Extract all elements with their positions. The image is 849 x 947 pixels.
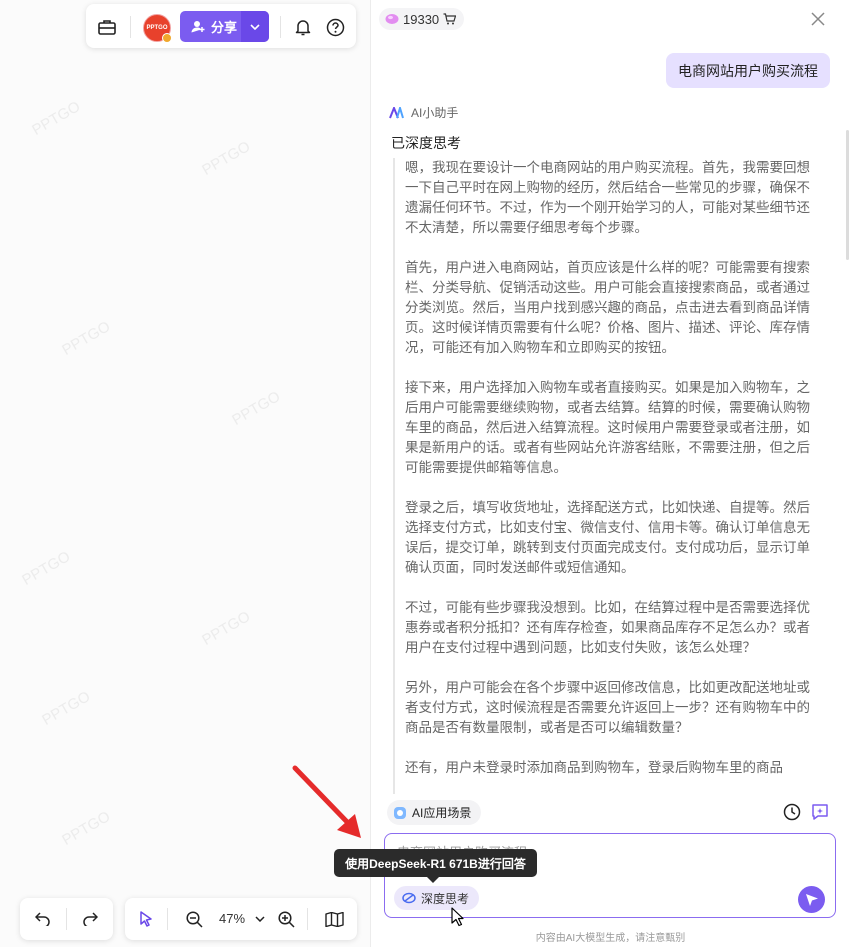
credits-count: 19330 bbox=[403, 11, 440, 27]
tooltip-arrow bbox=[427, 877, 439, 883]
share-dropdown[interactable] bbox=[241, 11, 269, 42]
deep-think-toggle[interactable]: 深度思考 bbox=[394, 886, 480, 910]
ai-assistant-panel: 19330 电商网站用户购买流程 AI小助手 已深度思考 嗯，我现在要设计一个电… bbox=[370, 0, 849, 947]
watermark: PPTGO bbox=[19, 548, 74, 589]
thinking-title[interactable]: 已深度思考 bbox=[391, 133, 461, 153]
watermark: PPTGO bbox=[229, 388, 284, 429]
watermark: PPTGO bbox=[199, 608, 254, 649]
select-tool-icon[interactable] bbox=[135, 908, 157, 930]
watermark: PPTGO bbox=[59, 808, 114, 849]
chevron-down-icon bbox=[250, 23, 260, 30]
disclaimer-text: 内容由AI大模型生成，请注意甄别 bbox=[535, 933, 686, 944]
top-toolbar: PPTGO 分享 bbox=[86, 4, 356, 48]
thinking-content: 嗯，我现在要设计一个电商网站的用户购买流程。首先，我需要回想一下自己平时在网上购… bbox=[393, 158, 815, 794]
watermark: PPTGO bbox=[199, 138, 254, 179]
divider bbox=[66, 908, 67, 930]
scene-icon bbox=[394, 806, 406, 819]
gem-icon bbox=[385, 14, 399, 24]
user-message: 电商网站用户购买流程 bbox=[666, 53, 830, 88]
cart-icon bbox=[443, 13, 457, 25]
divider bbox=[130, 16, 131, 38]
watermark: PPTGO bbox=[59, 318, 114, 359]
send-icon bbox=[805, 893, 818, 906]
deep-think-icon bbox=[402, 892, 416, 904]
thinking-paragraph: 不过，可能有些步骤我没想到。比如，在结算过程中是否需要选择优惠券或者积分抵扣？还… bbox=[405, 600, 810, 655]
history-icon[interactable] bbox=[783, 803, 801, 821]
zoom-out-icon[interactable] bbox=[183, 908, 205, 930]
share-button[interactable]: 分享 bbox=[180, 11, 269, 42]
share-label: 分享 bbox=[211, 20, 238, 35]
watermark: PPTGO bbox=[39, 688, 94, 729]
watermark: PPTGO bbox=[29, 98, 84, 139]
thinking-paragraph: 首先，用户进入电商网站，首页应该是什么样的呢？可能需要有搜索栏、分类导航、促销活… bbox=[405, 260, 810, 355]
history-toolbar bbox=[20, 898, 113, 940]
send-button[interactable] bbox=[798, 886, 825, 913]
zoom-in-icon[interactable] bbox=[275, 908, 297, 930]
redo-icon[interactable] bbox=[79, 908, 101, 930]
undo-icon[interactable] bbox=[32, 908, 54, 930]
map-icon[interactable] bbox=[323, 908, 345, 930]
divider bbox=[167, 908, 168, 930]
thinking-paragraph: 还有，用户未登录时添加商品到购物车，登录后购物车里的商品 bbox=[405, 760, 783, 775]
ai-scene-label: AI应用场景 bbox=[412, 806, 472, 820]
thinking-paragraph: 嗯，我现在要设计一个电商网站的用户购买流程。首先，我需要回想一下自己平时在网上购… bbox=[405, 160, 810, 235]
avatar[interactable]: PPTGO bbox=[143, 14, 172, 43]
credits-badge[interactable]: 19330 bbox=[379, 8, 465, 30]
view-toolbar: 47% bbox=[125, 898, 357, 940]
ai-scene-button[interactable]: AI应用场景 bbox=[387, 800, 482, 825]
assistant-name: AI小助手 bbox=[411, 106, 459, 120]
zoom-level[interactable]: 47% bbox=[219, 911, 245, 926]
add-user-icon bbox=[191, 21, 205, 33]
toolbox-icon[interactable] bbox=[96, 16, 118, 38]
thinking-paragraph: 另外，用户可能会在各个步骤中返回修改信息，比如更改配送地址或者支付方式，这时候流… bbox=[405, 680, 810, 735]
thinking-paragraph: 接下来，用户选择加入购物车或者直接购买。如果是加入购物车，之后用户可能需要继续购… bbox=[405, 380, 810, 475]
thinking-paragraph: 登录之后，填写收货地址，选择配送方式，比如快递、自提等。然后选择支付方式，比如支… bbox=[405, 500, 810, 575]
ai-logo-icon bbox=[389, 106, 404, 118]
mouse-cursor-icon bbox=[451, 907, 464, 927]
bell-icon[interactable] bbox=[292, 16, 314, 38]
divider bbox=[280, 16, 281, 38]
tooltip: 使用DeepSeek-R1 671B进行回答 bbox=[334, 849, 537, 877]
chevron-down-icon[interactable] bbox=[255, 914, 265, 924]
divider bbox=[307, 908, 308, 930]
avatar-text: PPTGO bbox=[146, 25, 168, 31]
new-chat-icon[interactable] bbox=[811, 803, 829, 821]
close-icon[interactable] bbox=[811, 12, 825, 26]
assistant-header: AI小助手 bbox=[389, 104, 458, 121]
help-icon[interactable] bbox=[324, 16, 346, 38]
deep-think-label: 深度思考 bbox=[421, 891, 470, 906]
red-arrow-icon bbox=[292, 765, 361, 838]
avatar-badge bbox=[162, 33, 172, 43]
